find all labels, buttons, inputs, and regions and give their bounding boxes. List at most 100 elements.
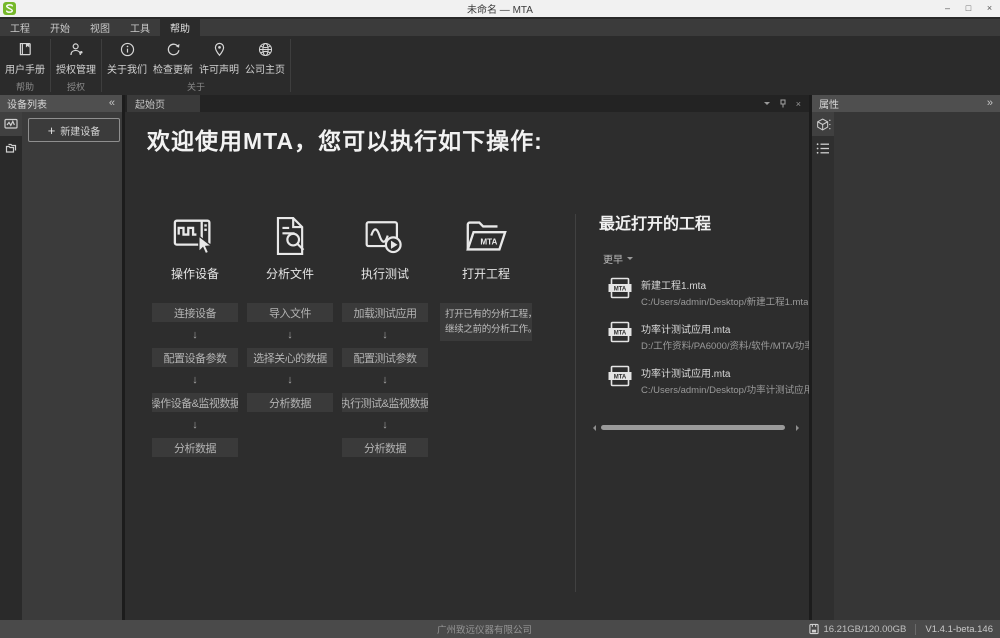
storage-indicator: 16.21GB/120.00GB [809, 623, 906, 635]
flow-step-button[interactable]: 选择关心的数据 [247, 348, 333, 367]
recent-projects-title: 最近打开的工程 [595, 210, 809, 234]
maximize-button[interactable]: □ [958, 0, 979, 17]
recent-filter-dropdown[interactable]: 更早 [603, 251, 809, 266]
company-homepage-button[interactable]: 公司主页 [242, 41, 288, 76]
plus-icon: + [48, 124, 56, 137]
pin-icon [211, 41, 228, 58]
ribbon-group-about: 关于我们 检查更新 许可声明 [102, 36, 290, 95]
svg-text:MTA: MTA [614, 374, 627, 380]
project-path: D:/工作资料/PA6000/资料/软件/MTA/功率计测试应用.mta [641, 338, 809, 352]
flow-arrow-icon: ↓ [287, 322, 293, 348]
menu-bar: 工程 开始 视图 工具 帮助 [0, 17, 1000, 36]
flow-step-button[interactable]: 分析数据 [342, 438, 428, 457]
flow-arrow-icon: ↓ [287, 367, 293, 393]
tab-close-icon[interactable]: × [796, 99, 801, 109]
menu-tab-help[interactable]: 帮助 [160, 19, 200, 36]
project-path: C:/Users/admin/Desktop/功率计测试应用.mta [641, 382, 809, 396]
properties-title: 属性 [819, 96, 839, 111]
new-device-button[interactable]: + 新建设备 [28, 118, 120, 142]
refresh-icon [165, 41, 182, 58]
device-list-header: 设备列表 « [0, 95, 122, 112]
menu-tab-project[interactable]: 工程 [0, 19, 40, 36]
ribbon-group-label: 授权 [53, 81, 99, 95]
menu-tab-start[interactable]: 开始 [40, 19, 80, 36]
title-bar: 未命名 — MTA – □ × [0, 0, 1000, 17]
scroll-right-icon[interactable] [796, 425, 802, 431]
flow-arrow-icon: ↓ [192, 322, 198, 348]
flow-step-button[interactable]: 执行测试&监视数据 [342, 393, 428, 412]
collapse-panel-icon[interactable]: « [109, 95, 115, 112]
device-list-title: 设备列表 [7, 96, 47, 111]
flow-step-button[interactable]: 配置设备参数 [152, 348, 238, 367]
ribbon-button-label: 关于我们 [107, 61, 147, 76]
ribbon-group-label: 帮助 [2, 81, 48, 95]
column-title: 执行测试 [361, 265, 409, 282]
object-cube-icon[interactable] [812, 112, 834, 136]
recent-filter-label: 更早 [603, 251, 623, 266]
about-us-button[interactable]: 关于我们 [104, 41, 150, 76]
recent-project-item[interactable]: MTA 功率计测试应用.mta D:/工作资料/PA6000/资料/软件/MTA… [607, 321, 809, 352]
recent-projects-section: 最近打开的工程 更早 MTA [595, 210, 809, 620]
recent-project-item[interactable]: MTA 功率计测试应用.mta C:/Users/admin/Desktop/功… [607, 365, 809, 396]
ribbon-group-license: 授权管理 授权 [51, 36, 101, 95]
welcome-heading: 欢迎使用MTA，您可以执行如下操作: [147, 122, 543, 156]
property-list-icon[interactable] [812, 136, 834, 160]
ribbon-button-label: 检查更新 [153, 61, 193, 76]
window-title: 未命名 — MTA [0, 1, 1000, 16]
expand-panel-icon[interactable]: » [987, 95, 993, 112]
analyze-file-icon[interactable] [269, 212, 312, 260]
device-list-panel: 设备列表 « + [0, 95, 122, 620]
flow-step-button[interactable]: 配置测试参数 [342, 348, 428, 367]
workspace: 设备列表 « + [0, 95, 1000, 620]
minimize-button[interactable]: – [937, 0, 958, 17]
recent-projects-list: MTA 新建工程1.mta C:/Users/admin/Desktop/新建工… [607, 277, 809, 396]
window-controls: – □ × [937, 0, 1000, 17]
properties-panel: 属性 » [812, 95, 1000, 620]
open-project-description[interactable]: 打开已有的分析工程， 继续之前的分析工作。 [440, 303, 532, 341]
flow-step-button[interactable]: 操作设备&监视数据 [152, 393, 238, 412]
flow-arrow-icon: ↓ [382, 412, 388, 438]
globe-icon [257, 41, 274, 58]
menu-tab-view[interactable]: 视图 [80, 19, 120, 36]
recent-project-item[interactable]: MTA 新建工程1.mta C:/Users/admin/Desktop/新建工… [607, 277, 809, 308]
disk-icon [809, 623, 819, 635]
project-name: 功率计测试应用.mta [641, 321, 809, 336]
properties-header: 属性 » [812, 95, 1000, 112]
horizontal-scrollbar[interactable] [590, 423, 802, 432]
operate-device-icon[interactable] [172, 212, 218, 260]
flow-step-button[interactable]: 导入文件 [247, 303, 333, 322]
menu-tab-tools[interactable]: 工具 [120, 19, 160, 36]
run-test-icon[interactable] [363, 212, 407, 260]
user-manual-button[interactable]: 用户手册 [2, 41, 48, 76]
scrollbar-thumb[interactable] [601, 425, 785, 430]
flow-step-button[interactable]: 连接设备 [152, 303, 238, 322]
device-list-icon[interactable] [0, 112, 22, 136]
float-pin-icon[interactable] [779, 99, 787, 108]
flow-steps: 加载测试应用 ↓ 配置测试参数 ↓ 执行测试&监视数据 ↓ 分析数据 [342, 303, 428, 457]
tab-start-page[interactable]: 起始页 [127, 95, 200, 112]
close-button[interactable]: × [979, 0, 1000, 17]
device-list-content: + 新建设备 [22, 112, 124, 620]
ribbon-group-help: 用户手册 帮助 [0, 36, 50, 95]
flow-step-button[interactable]: 分析数据 [247, 393, 333, 412]
check-update-button[interactable]: 检查更新 [150, 41, 196, 76]
storage-text: 16.21GB/120.00GB [823, 624, 906, 635]
scrollbar-track[interactable] [599, 425, 793, 430]
flow-steps: 连接设备 ↓ 配置设备参数 ↓ 操作设备&监视数据 ↓ 分析数据 [152, 303, 238, 457]
scroll-left-icon[interactable] [590, 425, 596, 431]
device-group-icon[interactable] [0, 136, 22, 160]
license-statement-button[interactable]: 许可声明 [196, 41, 242, 76]
open-project-icon[interactable]: MTA [463, 212, 509, 260]
tab-list-dropdown-icon[interactable] [764, 102, 770, 108]
section-divider [575, 214, 576, 592]
ribbon-button-label: 授权管理 [56, 61, 96, 76]
ribbon-button-label: 用户手册 [5, 61, 45, 76]
flow-arrow-icon: ↓ [192, 412, 198, 438]
flow-step-button[interactable]: 分析数据 [152, 438, 238, 457]
version-text: V1.4.1-beta.146 [925, 624, 993, 635]
license-manage-button[interactable]: 授权管理 [53, 41, 99, 76]
license-user-icon [68, 41, 85, 58]
flow-step-button[interactable]: 加载测试应用 [342, 303, 428, 322]
ribbon-group-label: 关于 [104, 81, 288, 95]
svg-text:MTA: MTA [614, 330, 627, 336]
